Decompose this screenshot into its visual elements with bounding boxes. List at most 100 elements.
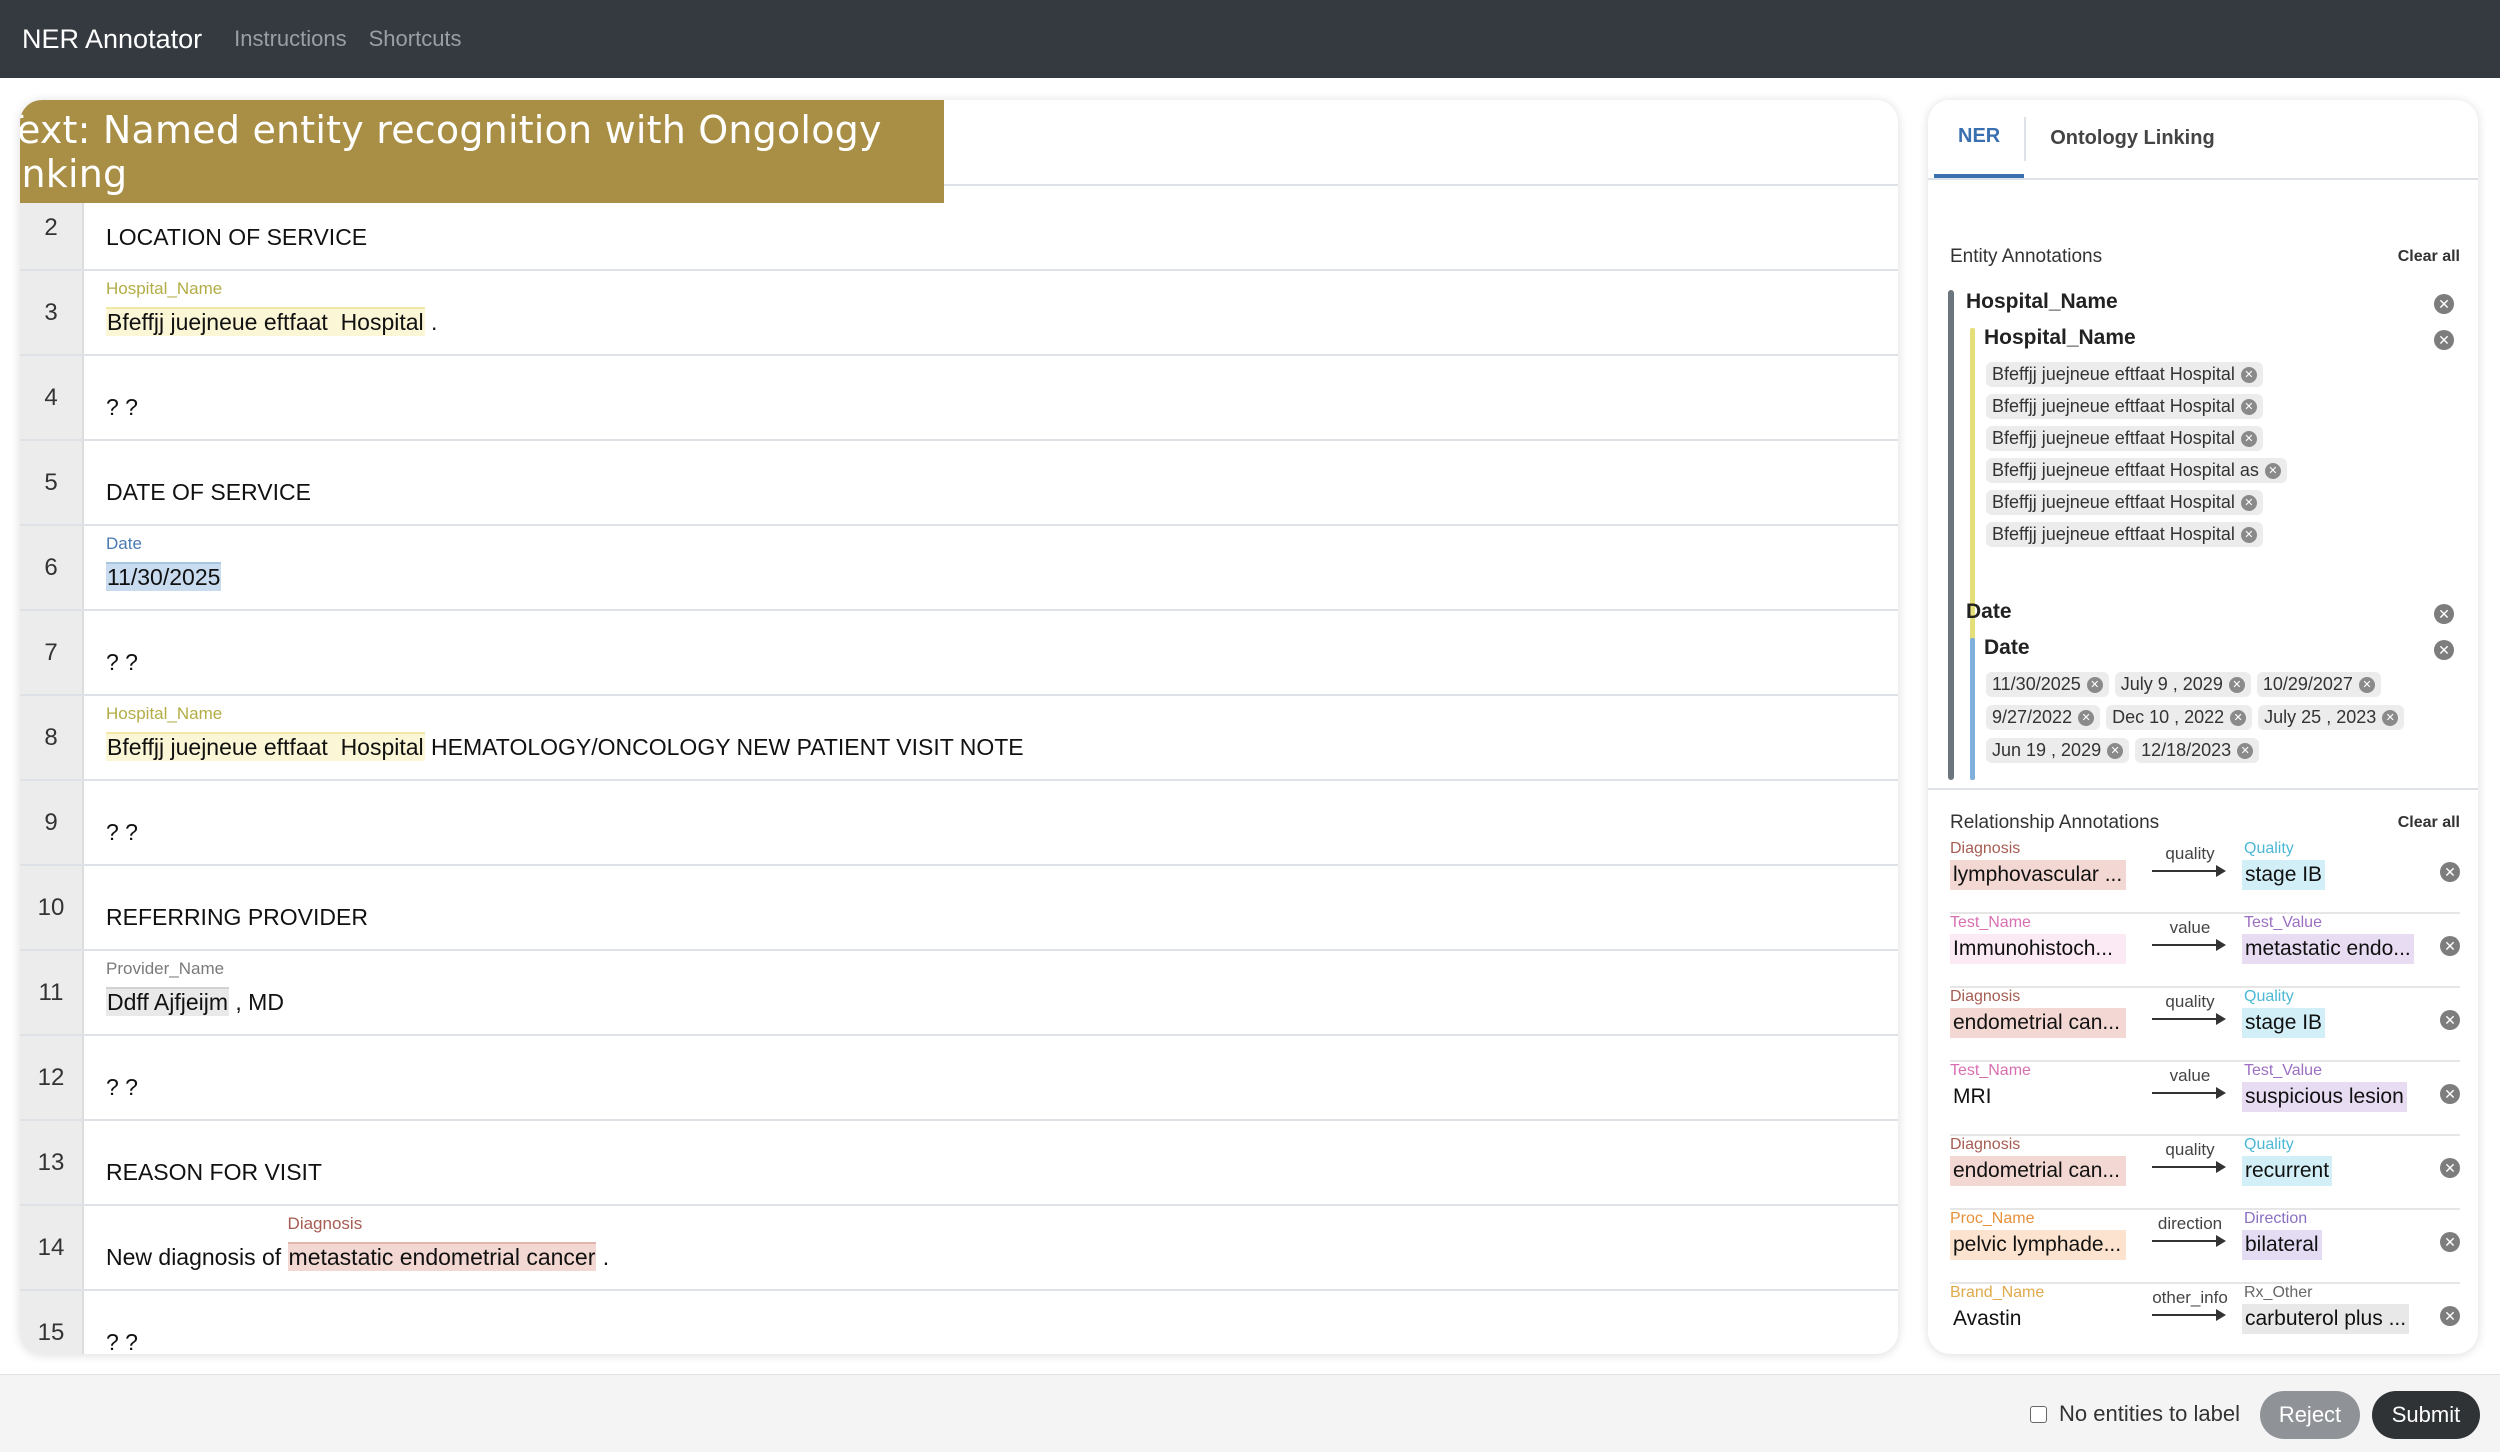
remove-relation-icon[interactable]: ✕ (2440, 936, 2460, 956)
relation-source-type: Brand_Name (1950, 1284, 2045, 1301)
section-divider (1928, 788, 2478, 790)
tab-ontology-linking[interactable]: Ontology Linking (2026, 100, 2238, 178)
relation-target[interactable]: stage IB (2242, 860, 2326, 890)
entity-label: Hospital_Name (106, 704, 223, 723)
entity-chip[interactable]: Jun 19 , 2029 ✕ (1986, 738, 2130, 763)
line-text[interactable]: REFERRING PROVIDER (106, 904, 368, 931)
entity-clear-all-button[interactable]: Clear all (2398, 248, 2460, 266)
tab-ner[interactable]: NER (1934, 100, 2025, 178)
nav-link-shortcuts[interactable]: Shortcuts (369, 26, 462, 52)
entity-chip[interactable]: Bfeffjj juejneue eftfaat Hospital ✕ (1986, 426, 2263, 451)
app-brand[interactable]: NER Annotator (22, 24, 202, 55)
relation-source-type: Diagnosis (1950, 1136, 2021, 1153)
relation-source[interactable]: endometrial can... (1950, 1008, 2126, 1038)
relationship-row: Diagnosis endometrial can... quality Qualit… (1950, 1136, 2460, 1210)
remove-chip-icon[interactable]: ✕ (2240, 430, 2257, 447)
line-text[interactable]: DATE OF SERVICE (106, 479, 311, 506)
reject-button[interactable]: Reject (2260, 1391, 2360, 1439)
entity-chip[interactable]: Bfeffjj juejneue eftfaat Hospital ✕ (1986, 394, 2263, 419)
entity-chip-text: Bfeffjj juejneue eftfaat Hospital (1992, 364, 2235, 384)
remove-subgroup-icon[interactable]: ✕ (2434, 640, 2454, 660)
remove-chip-icon[interactable]: ✕ (2382, 709, 2399, 726)
line-text[interactable]: Hospital_Name Bfeffjj juejneue eftfaat Ho… (106, 704, 1024, 761)
remove-relation-icon[interactable]: ✕ (2440, 862, 2460, 882)
text-line: 5 DATE OF SERVICE (20, 439, 1898, 524)
remove-chip-icon[interactable]: ✕ (2078, 709, 2095, 726)
remove-chip-icon[interactable]: ✕ (2264, 462, 2281, 479)
entity-span[interactable]: Hospital_Name Bfeffjj juejneue eftfaat Ho… (106, 704, 425, 761)
relationship-row: Diagnosis endometrial can... quality Qualit… (1950, 988, 2460, 1062)
entity-span[interactable]: Diagnosis metastatic endometrial cancer (287, 1214, 597, 1271)
entity-chip[interactable]: Bfeffjj juejneue eftfaat Hospital ✕ (1986, 362, 2263, 387)
line-text[interactable]: LOCATION OF SERVICE (106, 224, 367, 251)
relation-source[interactable]: endometrial can... (1950, 1156, 2126, 1186)
remove-group-icon[interactable]: ✕ (2434, 294, 2454, 314)
entity-chip[interactable]: 11/30/2025 ✕ (1986, 672, 2109, 697)
relation-target-type: Quality (2244, 840, 2294, 857)
relation-target[interactable]: bilateral (2242, 1230, 2322, 1260)
annotation-sidebar: NER Ontology Linking Entity Annotations … (1928, 100, 2478, 1354)
relation-source[interactable]: lymphovascular ... (1950, 860, 2126, 890)
remove-chip-icon[interactable]: ✕ (2228, 676, 2245, 693)
entity-span[interactable]: Hospital_Name Bfeffjj juejneue eftfaat Ho… (106, 279, 425, 336)
remove-relation-icon[interactable]: ✕ (2440, 1084, 2460, 1104)
no-entities-checkbox[interactable]: No entities to label (2030, 1401, 2240, 1427)
line-text[interactable]: ? ? (106, 1329, 138, 1354)
relation-type: quality (2165, 992, 2215, 1011)
line-text[interactable]: Date 11/30/2025 (106, 534, 222, 591)
entity-chip[interactable]: Bfeffjj juejneue eftfaat Hospital ✕ (1986, 490, 2263, 515)
remove-chip-icon[interactable]: ✕ (2230, 709, 2247, 726)
remove-relation-icon[interactable]: ✕ (2440, 1232, 2460, 1252)
nav-link-instructions[interactable]: Instructions (234, 26, 347, 52)
entity-span[interactable]: Provider_Name Ddff Ajfjeijm (106, 959, 230, 1016)
relation-source[interactable]: MRI (1950, 1082, 2126, 1112)
entity-chip[interactable]: 12/18/2023 ✕ (2135, 738, 2260, 763)
remove-chip-icon[interactable]: ✕ (2237, 742, 2254, 759)
remove-chip-icon[interactable]: ✕ (2240, 398, 2257, 415)
relation-type: value (2169, 1066, 2211, 1085)
relation-target[interactable]: suspicious lesion (2242, 1082, 2407, 1112)
relation-source[interactable]: pelvic lymphade... (1950, 1230, 2126, 1260)
submit-button[interactable]: Submit (2372, 1391, 2480, 1439)
checkbox-box[interactable] (2030, 1405, 2047, 1423)
relation-target[interactable]: stage IB (2242, 1008, 2326, 1038)
entity-text: 11/30/2025 (107, 564, 221, 590)
entity-group-date: Date ✕ Date ✕ 11/30/2025 ✕ July 9 , 2029 ✕ 1… (1948, 600, 2460, 780)
relation-source[interactable]: Immunohistoch... (1950, 934, 2126, 964)
entity-label: Diagnosis (287, 1214, 363, 1233)
relation-target[interactable]: carbuterol plus ... (2242, 1304, 2410, 1334)
remove-chip-icon[interactable]: ✕ (2358, 676, 2375, 693)
entity-chip[interactable]: 9/27/2022 ✕ (1986, 705, 2101, 730)
relation-target[interactable]: recurrent (2242, 1156, 2333, 1186)
entity-span[interactable]: Date 11/30/2025 (106, 534, 222, 591)
line-text[interactable]: ? ? (106, 819, 138, 846)
entity-chip[interactable]: July 9 , 2029 ✕ (2114, 672, 2251, 697)
remove-chip-icon[interactable]: ✕ (2240, 526, 2257, 543)
line-text[interactable]: ? ? (106, 649, 138, 676)
entity-chip[interactable]: Bfeffjj juejneue eftfaat Hospital as ✕ (1986, 458, 2287, 483)
line-text[interactable]: Hospital_Name Bfeffjj juejneue eftfaat Ho… (106, 279, 437, 336)
relation-target[interactable]: metastatic endo... (2242, 934, 2414, 964)
remove-relation-icon[interactable]: ✕ (2440, 1010, 2460, 1030)
remove-subgroup-icon[interactable]: ✕ (2434, 330, 2454, 350)
remove-chip-icon[interactable]: ✕ (2240, 366, 2257, 383)
remove-relation-icon[interactable]: ✕ (2440, 1158, 2460, 1178)
remove-relation-icon[interactable]: ✕ (2440, 1306, 2460, 1326)
entity-chip[interactable]: July 25 , 2023 ✕ (2258, 705, 2405, 730)
plain-text: ? ? (106, 649, 138, 675)
entity-chip[interactable]: Bfeffjj juejneue eftfaat Hospital ✕ (1986, 522, 2263, 547)
line-text[interactable]: ? ? (106, 394, 138, 421)
line-text[interactable]: REASON FOR VISIT (106, 1159, 322, 1186)
line-text[interactable]: New diagnosis of Diagnosis metastatic end… (106, 1214, 609, 1271)
entity-chip[interactable]: Dec 10 , 2022 ✕ (2106, 705, 2253, 730)
remove-group-icon[interactable]: ✕ (2434, 604, 2454, 624)
remove-chip-icon[interactable]: ✕ (2086, 676, 2103, 693)
entity-chip[interactable]: 10/29/2027 ✕ (2256, 672, 2381, 697)
remove-chip-icon[interactable]: ✕ (2107, 742, 2124, 759)
line-text[interactable]: ? ? (106, 1074, 138, 1101)
line-text[interactable]: Provider_Name Ddff Ajfjeijm , MD (106, 959, 284, 1016)
relation-source[interactable]: Avastin (1950, 1304, 2126, 1334)
entity-chip-text: Bfeffjj juejneue eftfaat Hospital (1992, 428, 2235, 448)
remove-chip-icon[interactable]: ✕ (2240, 494, 2257, 511)
relationship-clear-all-button[interactable]: Clear all (2398, 814, 2460, 832)
